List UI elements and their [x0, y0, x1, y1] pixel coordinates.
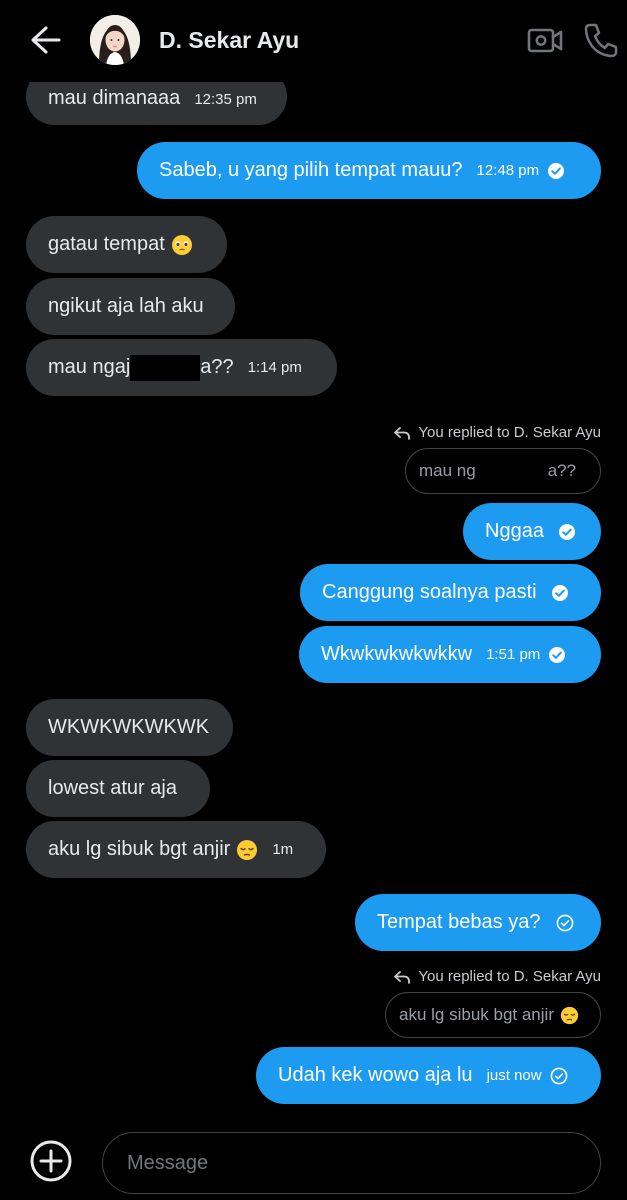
message-time: 12:35 pm	[194, 91, 257, 108]
reply-arrow-icon	[394, 426, 411, 440]
message-bubble-incoming: mau ngaj a?? 1:14 pm	[26, 339, 337, 396]
message-text-start: mau ngaj	[48, 356, 131, 378]
message-time: just now	[486, 1067, 542, 1084]
video-call-icon[interactable]	[526, 22, 564, 58]
reply-arrow-icon	[394, 970, 411, 984]
message-text: Wkwkwkwkwkkw	[321, 643, 473, 665]
message-text: lowest atur aja	[48, 777, 177, 799]
message-time: 1:51 pm	[486, 646, 541, 663]
message-text: mau dimanaaa	[48, 87, 181, 109]
message-list[interactable]: mau dimanaaa 12:35 pm Sabeb, u yang pili…	[0, 0, 627, 1120]
avatar-photo	[90, 15, 140, 65]
message-bubble-incoming: ngikut aja lah aku	[26, 278, 235, 335]
message-text: Nggaa	[485, 520, 544, 542]
seen-check-icon	[549, 646, 566, 663]
message-bubble-outgoing: Wkwkwkwkwkkw 1:51 pm	[299, 626, 601, 683]
seen-check-icon	[548, 162, 565, 179]
message-bubble-outgoing: Canggung soalnya pasti	[300, 564, 601, 621]
back-arrow-icon[interactable]	[26, 22, 66, 58]
chat-header: D. Sekar Ayu	[0, 0, 627, 82]
message-bubble-outgoing: Nggaa	[463, 503, 601, 560]
message-bubble-outgoing: Tempat bebas ya?	[355, 894, 601, 951]
message-bubble-outgoing: Sabeb, u yang pilih tempat mauu? 12:48 p…	[137, 142, 601, 199]
message-text: aku lg sibuk bgt anjir	[48, 838, 231, 860]
message-bubble-incoming: aku lg sibuk bgt anjir 1m	[26, 821, 326, 878]
sent-check-icon	[557, 914, 574, 931]
message-text: ngikut aja lah aku	[48, 295, 204, 317]
seen-check-icon	[558, 523, 575, 540]
pensive-face-emoji-icon	[560, 1006, 579, 1024]
message-text: Sabeb, u yang pilih tempat mauu?	[159, 159, 463, 181]
message-text: WKWKWKWKWK	[48, 716, 210, 738]
quoted-text-end: a??	[547, 461, 577, 480]
message-bubble-incoming: lowest atur aja	[26, 760, 210, 817]
reply-context-label: You replied to D. Sekar Ayu	[393, 968, 601, 985]
redaction-mark	[130, 354, 201, 381]
sent-check-icon	[550, 1067, 567, 1084]
message-composer	[0, 1120, 627, 1200]
phone-call-icon[interactable]	[582, 20, 620, 60]
message-bubble-outgoing: Udah kek wowo aja lu just now	[256, 1047, 601, 1104]
message-time: 12:48 pm	[476, 162, 540, 179]
redaction-mark	[475, 458, 548, 484]
contact-avatar[interactable]	[90, 15, 140, 65]
message-text: Udah kek wowo aja lu	[278, 1064, 473, 1086]
message-bubble-incoming: gatau tempat	[26, 216, 227, 273]
message-text: gatau tempat	[48, 233, 165, 255]
seen-check-icon	[551, 584, 568, 601]
message-text-end: a??	[200, 356, 234, 378]
message-text: Tempat bebas ya?	[377, 911, 541, 933]
quoted-message[interactable]: aku lg sibuk bgt anjir	[385, 992, 601, 1038]
message-text: Canggung soalnya pasti	[322, 581, 537, 603]
message-bubble-incoming: WKWKWKWKWK	[26, 699, 233, 756]
reply-context-label: You replied to D. Sekar Ayu	[393, 424, 601, 441]
contact-name[interactable]: D. Sekar Ayu	[159, 27, 299, 54]
message-time: 1:14 pm	[247, 359, 302, 376]
message-input[interactable]	[102, 1132, 601, 1194]
pensive-face-emoji-icon	[237, 839, 258, 860]
add-attachment-icon[interactable]	[29, 1139, 73, 1183]
pleading-face-emoji-icon	[171, 234, 192, 255]
quoted-message[interactable]: mau ng a??	[405, 448, 601, 494]
message-time: 1m	[272, 841, 294, 858]
quoted-text: aku lg sibuk bgt anjir	[399, 1005, 554, 1024]
quoted-text-start: mau ng	[419, 461, 476, 480]
